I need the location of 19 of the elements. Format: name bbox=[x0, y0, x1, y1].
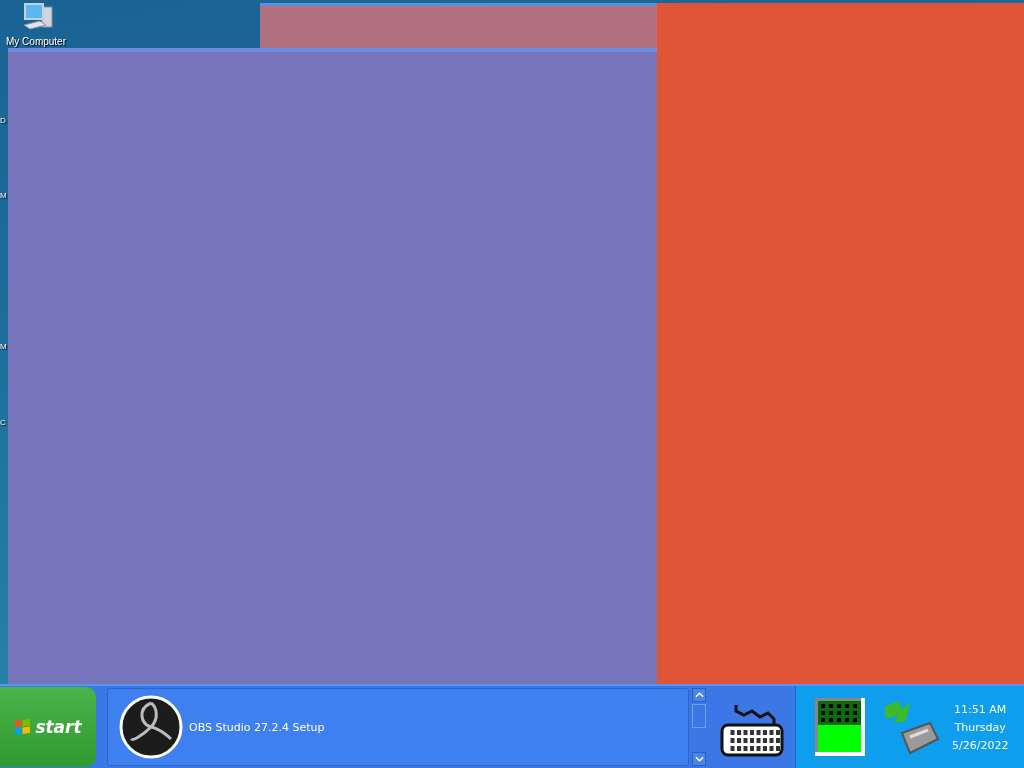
scroll-down-button[interactable] bbox=[692, 752, 706, 766]
desktop-icon-label[interactable]: My Computer bbox=[6, 37, 66, 47]
start-button[interactable]: start bbox=[0, 687, 96, 767]
clock-time[interactable]: 11:51 AM bbox=[954, 702, 1007, 716]
taskbar-button[interactable]: OBS Studio 27.2.4 Setup bbox=[107, 688, 689, 766]
desktop-icon-label[interactable]: D bbox=[0, 116, 6, 125]
clock-date[interactable]: 5/26/2022 bbox=[952, 738, 1009, 752]
desktop-icon-label[interactable]: C bbox=[0, 418, 6, 427]
clock-day[interactable]: Thursday bbox=[954, 720, 1006, 734]
obs-logo-icon bbox=[119, 695, 183, 759]
scroll-thumb[interactable] bbox=[692, 704, 706, 728]
chevron-up-icon bbox=[694, 692, 704, 698]
chevron-down-icon bbox=[694, 756, 704, 762]
windows-flag-icon bbox=[14, 718, 32, 736]
scroll-up-button[interactable] bbox=[692, 688, 706, 702]
desktop-icon-label[interactable]: M bbox=[0, 342, 7, 351]
desktop-icon-label[interactable]: M bbox=[0, 191, 7, 200]
computer-icon[interactable] bbox=[22, 1, 54, 33]
meter-icon[interactable] bbox=[814, 698, 866, 756]
